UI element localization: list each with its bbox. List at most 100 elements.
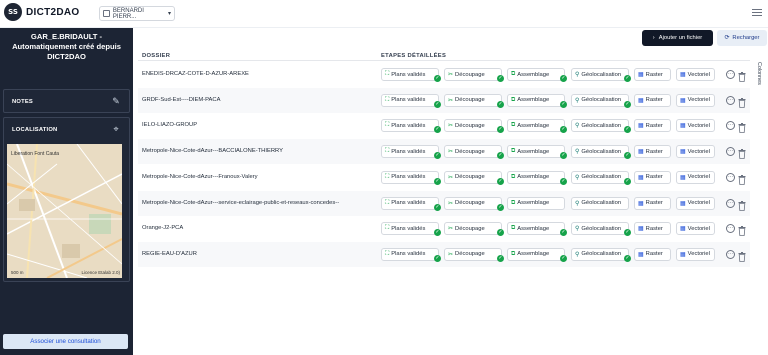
dossier-name[interactable]: REGIE-EAU-D'AZUR xyxy=(142,251,197,257)
raster-chip[interactable]: ▦ Raster xyxy=(634,196,671,210)
more-options-icon[interactable]: ··· xyxy=(726,224,735,234)
expand-icon: ⛶ xyxy=(385,250,390,257)
assemblage-chip[interactable]: ⧉ Assemblage ✓ xyxy=(507,145,567,160)
trash-icon[interactable] xyxy=(738,172,746,185)
geolocalisation-chip[interactable]: ⚲ Géolocalisation ✓ xyxy=(571,145,631,160)
app-logo[interactable]: SS DICT2DAO xyxy=(4,3,80,21)
more-options-icon[interactable]: ··· xyxy=(726,198,735,208)
header-dossier[interactable]: DOSSIER xyxy=(142,53,170,59)
geolocalisation-chip[interactable]: ⚲ Géolocalisation ✓ xyxy=(571,247,631,262)
table-row[interactable]: Orange-J2-PCA ⛶ Plans validés ✓ ✂ Découpage ✓ ⧉… xyxy=(138,216,750,241)
plans-validated-chip[interactable]: ⛶ Plans validés ✓ xyxy=(381,119,441,134)
pencil-icon[interactable]: ✎ xyxy=(111,96,121,106)
geolocalisation-chip[interactable]: ⚲ Géolocalisation ✓ xyxy=(571,119,631,134)
table-row[interactable]: REGIE-EAU-D'AZUR ⛶ Plans validés ✓ ✂ Découpag… xyxy=(138,241,750,267)
decoupage-chip[interactable]: ✂ Découpage ✓ xyxy=(444,119,504,134)
map-pin-icon: ⌖ xyxy=(113,124,119,134)
more-options-icon[interactable]: ··· xyxy=(726,147,735,157)
decoupage-chip[interactable]: ✂ Découpage ✓ xyxy=(444,145,504,160)
decoupage-chip[interactable]: ✂ Découpage ✓ xyxy=(444,196,504,211)
menu-icon[interactable] xyxy=(752,9,762,18)
check-icon: ✓ xyxy=(434,229,441,237)
table-row[interactable]: Metropole-Nice-Cote-dAzur---Franoux-Vale… xyxy=(138,165,750,190)
trash-icon[interactable] xyxy=(738,95,746,108)
geolocalisation-chip[interactable]: ⚲ Géolocalisation ✓ xyxy=(571,68,631,82)
plans-validated-chip[interactable]: ⛶ Plans validés ✓ xyxy=(381,68,441,82)
dossier-name[interactable]: IELO-LIAZO-GROUP xyxy=(142,122,197,128)
dossier-name[interactable]: Orange-J2-PCA xyxy=(142,225,183,231)
trash-icon[interactable] xyxy=(738,146,746,159)
assemblage-chip[interactable]: ⧉ Assemblage ✓ xyxy=(507,93,567,108)
raster-chip[interactable]: ▦ Raster xyxy=(634,247,671,261)
dossier-name[interactable]: Metropole-Nice-Cote-dAzur---BACCIALONE-T… xyxy=(142,148,283,154)
vector-icon: ▦ xyxy=(680,174,686,181)
check-icon: ✓ xyxy=(497,229,504,237)
plans-validated-chip[interactable]: ⛶ Plans validés ✓ xyxy=(381,222,441,237)
raster-chip[interactable]: ▦ Raster xyxy=(634,170,671,184)
more-options-icon[interactable]: ··· xyxy=(726,121,735,131)
dossier-name[interactable]: Metropole-Nice-Cote-dAzur---Franoux-Vale… xyxy=(142,174,258,180)
assemblage-chip[interactable]: ⧉ Assemblage ✓ xyxy=(507,222,567,237)
assemblage-chip[interactable]: ⧉ Assemblage ✓ xyxy=(507,119,567,134)
raster-chip[interactable]: ▦ Raster xyxy=(634,68,671,81)
dossier-name[interactable]: GRDF-Sud-Est----DIEM-PACA xyxy=(142,97,220,103)
dossier-name[interactable]: ENEDIS-DRCAZ-COTE-D-AZUR-AREXE xyxy=(142,71,249,77)
assemblage-chip[interactable]: ⧉ Assemblage ✓ xyxy=(507,68,567,82)
more-options-icon[interactable]: ··· xyxy=(726,95,735,105)
decoupage-chip[interactable]: ✂ Découpage ✓ xyxy=(444,247,504,262)
vectoriel-chip[interactable]: ▦ Vectoriel xyxy=(676,247,715,261)
user-select[interactable]: BERNARDI PIERR... ▾ xyxy=(99,6,175,21)
columns-toggle[interactable]: Colonnes xyxy=(752,62,768,102)
dossier-name[interactable]: Metropole-Nice-Cote-dAzur---service-ecla… xyxy=(142,200,339,206)
vectoriel-chip[interactable]: ▦ Vectoriel xyxy=(676,119,715,133)
vectoriel-chip[interactable]: ▦ Vectoriel xyxy=(676,68,715,81)
vectoriel-chip[interactable]: ▦ Vectoriel xyxy=(676,170,715,184)
trash-icon[interactable] xyxy=(738,69,746,82)
geolocalisation-chip[interactable]: ⚲ Géolocalisation ✓ xyxy=(571,93,631,108)
table-row[interactable]: ENEDIS-DRCAZ-COTE-D-AZUR-AREXE ⛶ Plans val… xyxy=(138,62,750,87)
raster-chip[interactable]: ▦ Raster xyxy=(634,222,671,236)
more-options-icon[interactable]: ··· xyxy=(726,172,735,182)
decoupage-chip[interactable]: ✂ Découpage ✓ xyxy=(444,93,504,108)
chip-label: Vectoriel xyxy=(687,174,710,181)
geolocalisation-chip[interactable]: ⚲ Géolocalisation xyxy=(571,196,629,210)
table-row[interactable]: Metropole-Nice-Cote-dAzur---service-ecla… xyxy=(138,190,750,216)
vectoriel-chip[interactable]: ▦ Vectoriel xyxy=(676,93,715,107)
trash-icon[interactable] xyxy=(738,120,746,134)
raster-chip[interactable]: ▦ Raster xyxy=(634,93,671,107)
plans-validated-chip[interactable]: ⛶ Plans validés ✓ xyxy=(381,247,441,262)
reload-button[interactable]: ⟳ Recharger xyxy=(717,30,767,46)
associate-consultation-button[interactable]: Associer une consultation xyxy=(3,334,128,349)
notes-card[interactable]: NOTES ✎ xyxy=(3,89,130,113)
table-row[interactable]: GRDF-Sud-Est----DIEM-PACA ⛶ Plans validés ✓… xyxy=(138,87,750,113)
trash-icon[interactable] xyxy=(738,249,746,262)
table-row[interactable]: IELO-LIAZO-GROUP ⛶ Plans validés ✓ ✂ Découpag… xyxy=(138,113,750,138)
raster-chip[interactable]: ▦ Raster xyxy=(634,145,671,159)
decoupage-chip[interactable]: ✂ Découpage ✓ xyxy=(444,222,504,237)
assemblage-chip[interactable]: ⧉ Assemblage xyxy=(507,196,565,210)
decoupage-chip[interactable]: ✂ Découpage ✓ xyxy=(444,170,504,185)
geolocalisation-chip[interactable]: ⚲ Géolocalisation ✓ xyxy=(571,222,631,237)
assemblage-chip[interactable]: ⧉ Assemblage ✓ xyxy=(507,247,567,262)
decoupage-chip[interactable]: ✂ Découpage ✓ xyxy=(444,68,504,82)
geolocalisation-chip[interactable]: ⚲ Géolocalisation ✓ xyxy=(571,170,631,185)
chip-label: Assemblage xyxy=(517,71,550,78)
plans-validated-chip[interactable]: ⛶ Plans validés ✓ xyxy=(381,93,441,108)
raster-chip[interactable]: ▦ Raster xyxy=(634,119,671,133)
more-options-icon[interactable]: ··· xyxy=(726,249,735,259)
table-row[interactable]: Metropole-Nice-Cote-dAzur---BACCIALONE-T… xyxy=(138,139,750,165)
location-map[interactable]: Liberation Font Cauta 500 m Licence Etal… xyxy=(7,144,122,278)
check-icon: ✓ xyxy=(434,254,441,262)
vectoriel-chip[interactable]: ▦ Vectoriel xyxy=(676,145,715,159)
plans-validated-chip[interactable]: ⛶ Plans validés ✓ xyxy=(381,196,441,211)
plans-validated-chip[interactable]: ⛶ Plans validés ✓ xyxy=(381,170,441,185)
assemblage-chip[interactable]: ⧉ Assemblage ✓ xyxy=(507,170,567,185)
header-etapes[interactable]: ETAPES DÉTAILLÉES xyxy=(381,53,446,59)
more-options-icon[interactable]: ··· xyxy=(726,70,735,79)
vectoriel-chip[interactable]: ▦ Vectoriel xyxy=(676,222,715,236)
add-file-button[interactable]: › Ajouter un fichier xyxy=(642,30,713,46)
plans-validated-chip[interactable]: ⛶ Plans validés ✓ xyxy=(381,145,441,160)
trash-icon[interactable] xyxy=(738,223,746,237)
trash-icon[interactable] xyxy=(738,198,746,211)
vectoriel-chip[interactable]: ▦ Vectoriel xyxy=(676,196,715,210)
